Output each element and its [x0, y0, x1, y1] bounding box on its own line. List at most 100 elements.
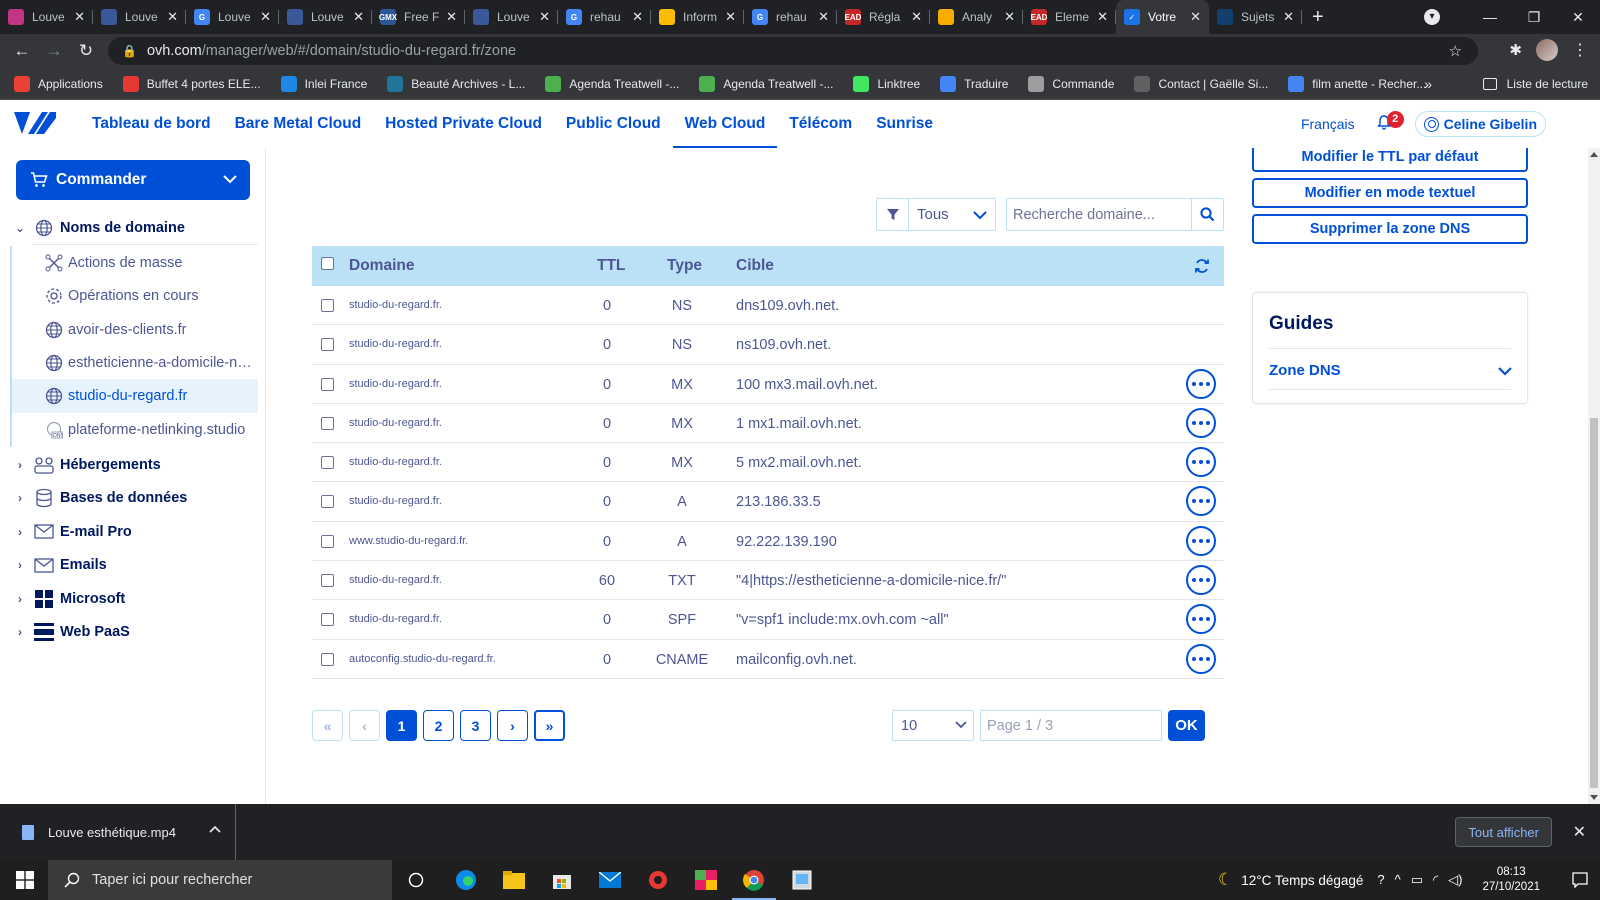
- row-actions-button[interactable]: [1186, 368, 1216, 399]
- column-type[interactable]: Type: [667, 257, 702, 275]
- browser-tab[interactable]: Inform ✕: [651, 0, 744, 34]
- close-tab-icon[interactable]: ✕: [1004, 9, 1015, 25]
- taskbar-clock[interactable]: 08:13 27/10/2021: [1482, 865, 1540, 895]
- sidebar-item-section[interactable]: › Web PaaS: [0, 615, 258, 649]
- next-page-button[interactable]: ›: [497, 710, 528, 741]
- browser-tab[interactable]: Grehau ✕: [558, 0, 651, 34]
- user-menu-button[interactable]: Celine Gibelin: [1414, 111, 1546, 137]
- nav-link-web-cloud[interactable]: Web Cloud: [672, 100, 778, 148]
- row-actions-button[interactable]: [1186, 604, 1216, 635]
- photos-app-icon[interactable]: [694, 868, 718, 892]
- sidebar-item-domains[interactable]: ⌄ Noms de domaine: [0, 211, 258, 245]
- chevron-right-icon[interactable]: ›: [12, 458, 28, 472]
- row-actions-button[interactable]: [1186, 407, 1216, 438]
- sidebar-item-section[interactable]: › Emails: [0, 548, 258, 582]
- chevron-right-icon[interactable]: ›: [12, 558, 28, 572]
- browser-tab[interactable]: Sujets ✕: [1209, 0, 1302, 34]
- close-tab-icon[interactable]: ✕: [911, 9, 922, 25]
- guide-dns-zone-link[interactable]: Zone DNS: [1269, 362, 1341, 379]
- sidebar-domain-item[interactable]: Opérations en cours: [10, 279, 258, 314]
- sidebar-domain-item[interactable]: estheticienne-a-domicile-nice.fr: [10, 345, 258, 380]
- profile-avatar[interactable]: [1536, 39, 1558, 61]
- row-checkbox[interactable]: [321, 416, 334, 430]
- browser-tab[interactable]: EAD Régla ✕: [837, 0, 930, 34]
- download-item[interactable]: Louve esthétique.mp4: [0, 804, 236, 860]
- bookmark-item[interactable]: Commande: [1028, 75, 1114, 92]
- minimize-icon[interactable]: —: [1468, 9, 1512, 25]
- more-bookmarks-icon[interactable]: »: [1424, 76, 1432, 92]
- close-tab-icon[interactable]: ✕: [725, 9, 736, 25]
- browser-tab[interactable]: Louve ✕: [0, 0, 93, 34]
- page-button-1[interactable]: 1: [386, 710, 417, 741]
- bookmark-item[interactable]: film anette - Recher...: [1288, 75, 1426, 92]
- sidebar-item-section[interactable]: › Bases de données: [0, 481, 258, 515]
- wifi-icon[interactable]: ◜: [1433, 872, 1438, 888]
- battery-icon[interactable]: ▭: [1411, 872, 1423, 888]
- file-explorer-icon[interactable]: [502, 868, 526, 892]
- browser-tab[interactable]: G Louve ✕: [186, 0, 279, 34]
- first-page-button[interactable]: «: [312, 710, 343, 741]
- sidebar-item-section[interactable]: › E-mail Pro: [0, 515, 258, 549]
- bookmark-item[interactable]: Agenda Treatwell -...: [545, 75, 679, 92]
- last-page-button[interactable]: »: [534, 710, 565, 741]
- new-tab-button[interactable]: +: [1312, 6, 1324, 29]
- row-checkbox[interactable]: [321, 534, 334, 548]
- nav-link-tableau-de-bord[interactable]: Tableau de bord: [80, 100, 223, 148]
- chevron-right-icon[interactable]: ›: [12, 592, 28, 606]
- bookmark-item[interactable]: Linktree: [853, 75, 920, 92]
- address-bar[interactable]: 🔒 ovh.com/manager/web/#/domain/studio-du…: [108, 37, 1478, 65]
- close-tab-icon[interactable]: ✕: [353, 9, 364, 25]
- sidebar-domain-item[interactable]: DNS plateforme-netlinking.studio: [10, 412, 258, 447]
- show-all-downloads-button[interactable]: Tout afficher: [1455, 817, 1552, 847]
- forward-icon[interactable]: →: [38, 41, 70, 61]
- browser-tab[interactable]: Louve ✕: [465, 0, 558, 34]
- bookmark-item[interactable]: Applications: [14, 75, 103, 92]
- refresh-icon[interactable]: [1194, 258, 1210, 274]
- bookmark-item[interactable]: Beauté Archives - L...: [387, 75, 525, 92]
- nav-link-bare-metal-cloud[interactable]: Bare Metal Cloud: [223, 100, 374, 148]
- chevron-right-icon[interactable]: ›: [12, 491, 28, 505]
- chevron-right-icon[interactable]: ›: [12, 625, 28, 639]
- delete-dns-zone-button[interactable]: Supprimer la zone DNS: [1252, 214, 1528, 244]
- extensions-icon[interactable]: ✱: [1509, 41, 1522, 59]
- close-tab-icon[interactable]: ✕: [818, 9, 829, 25]
- close-download-bar-icon[interactable]: ✕: [1573, 822, 1586, 842]
- close-tab-icon[interactable]: ✕: [74, 9, 85, 25]
- row-checkbox[interactable]: [321, 299, 334, 312]
- scrollbar-thumb[interactable]: [1590, 418, 1598, 788]
- browser-tab[interactable]: GMX Free F ✕: [372, 0, 465, 34]
- bookmark-item[interactable]: Traduire: [940, 75, 1008, 92]
- text-mode-edit-button[interactable]: Modifier en mode textuel: [1252, 178, 1528, 208]
- row-checkbox[interactable]: [321, 652, 334, 666]
- prev-page-button[interactable]: ‹: [349, 710, 380, 741]
- chrome-taskbar-icon[interactable]: [732, 868, 776, 900]
- browser-tab[interactable]: Louve ✕: [279, 0, 372, 34]
- reading-list-button[interactable]: Liste de lecture: [1482, 77, 1588, 91]
- browser-tab[interactable]: Grehau ✕: [744, 0, 837, 34]
- tab-search-icon[interactable]: ▾: [1424, 9, 1440, 25]
- nav-link-public-cloud[interactable]: Public Cloud: [554, 100, 673, 148]
- column-ttl[interactable]: TTL: [597, 257, 625, 275]
- sidebar-item-section[interactable]: › Microsoft: [0, 582, 258, 616]
- image-viewer-icon[interactable]: [790, 868, 814, 892]
- column-target[interactable]: Cible: [736, 257, 774, 275]
- bookmark-item[interactable]: Agenda Treatwell -...: [699, 75, 833, 92]
- modify-default-ttl-button[interactable]: Modifier le TTL par défaut: [1252, 148, 1528, 172]
- row-checkbox[interactable]: [321, 495, 334, 509]
- row-actions-button[interactable]: [1186, 643, 1216, 674]
- bookmark-star-icon[interactable]: ☆: [1449, 42, 1462, 60]
- nav-link-t-l-com[interactable]: Télécom: [777, 100, 864, 148]
- scroll-down-icon[interactable]: [1590, 795, 1598, 800]
- row-actions-button[interactable]: [1186, 447, 1216, 478]
- page-scrollbar[interactable]: [1588, 148, 1600, 804]
- record-type-filter[interactable]: Tous: [876, 198, 996, 231]
- row-actions-button[interactable]: [1186, 525, 1216, 556]
- search-button[interactable]: [1191, 199, 1223, 230]
- chevron-right-icon[interactable]: ›: [12, 525, 28, 539]
- edge-icon[interactable]: [454, 868, 478, 892]
- close-tab-icon[interactable]: ✕: [260, 9, 271, 25]
- notification-center-icon[interactable]: [1560, 872, 1600, 888]
- chevron-up-icon[interactable]: [209, 824, 221, 836]
- close-tab-icon[interactable]: ✕: [1283, 9, 1294, 25]
- browser-tab[interactable]: Louve ✕: [93, 0, 186, 34]
